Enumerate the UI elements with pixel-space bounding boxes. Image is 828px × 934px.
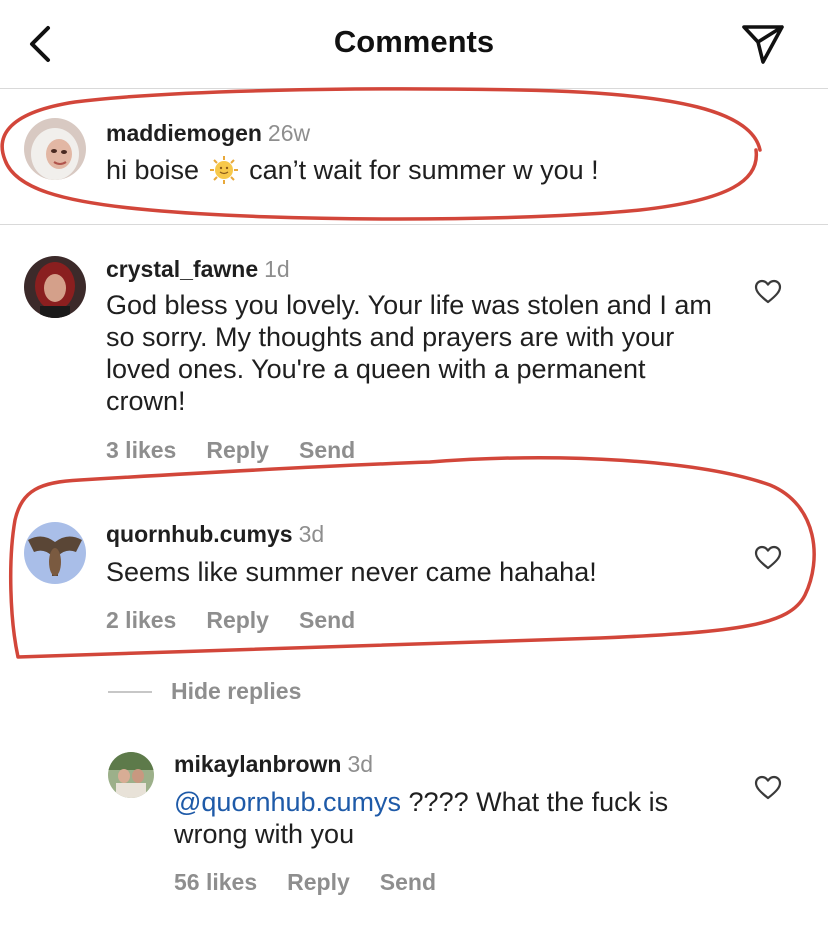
- comment-text: hi boise can’t wait for summer w you !: [106, 154, 746, 186]
- reply-button[interactable]: Reply: [206, 437, 269, 463]
- timestamp: 1d: [264, 256, 290, 282]
- comment-actions: 2 likes Reply Send: [106, 607, 385, 634]
- username[interactable]: crystal_fawne: [106, 256, 258, 282]
- reply-button[interactable]: Reply: [287, 869, 350, 895]
- avatar[interactable]: [24, 522, 86, 584]
- likes-count[interactable]: 3 likes: [106, 437, 176, 463]
- comment-text: Seems like summer never came hahaha!: [106, 557, 597, 587]
- like-button[interactable]: [754, 775, 782, 801]
- comment-actions: 3 likes Reply Send: [106, 437, 385, 464]
- divider-line: [108, 691, 152, 693]
- comment-text: God bless you lovely. Your life was stol…: [106, 290, 712, 416]
- username[interactable]: maddiemogen: [106, 120, 262, 146]
- heart-icon: [754, 279, 782, 304]
- paper-plane-icon: [742, 25, 784, 64]
- comment-text-part: hi boise: [106, 155, 200, 185]
- heart-icon: [754, 545, 782, 570]
- comment-header: maddiemogen 26w: [106, 120, 310, 147]
- username[interactable]: mikaylanbrown: [174, 751, 341, 777]
- avatar[interactable]: [24, 256, 86, 318]
- comment-text-part: can’t wait for summer w you !: [249, 155, 599, 185]
- likes-count[interactable]: 2 likes: [106, 607, 176, 633]
- sun-with-face-emoji: [209, 155, 239, 185]
- page-title: Comments: [333, 24, 495, 59]
- comments-header: Comments: [0, 0, 828, 88]
- like-button[interactable]: [754, 545, 782, 571]
- heart-icon: [754, 775, 782, 800]
- avatar[interactable]: [108, 752, 154, 798]
- timestamp: 3d: [298, 521, 325, 547]
- comment-actions: 56 likes Reply Send: [174, 869, 466, 896]
- send-button[interactable]: Send: [299, 607, 355, 633]
- share-button[interactable]: [738, 20, 788, 68]
- like-button[interactable]: [754, 279, 782, 305]
- header-divider: [0, 88, 828, 89]
- caption-divider: [0, 224, 828, 225]
- comment-header: quornhub.cumys 3d: [106, 521, 324, 548]
- likes-count[interactable]: 56 likes: [174, 869, 257, 895]
- mention-link[interactable]: @quornhub.cumys: [174, 787, 401, 817]
- hide-replies-label: Hide replies: [171, 678, 302, 704]
- reply-text: @quornhub.cumys ???? What the fuck is wr…: [174, 786, 714, 850]
- timestamp: 3d: [347, 751, 374, 777]
- send-button[interactable]: Send: [299, 437, 355, 463]
- comment-header: crystal_fawne 1d: [106, 256, 290, 283]
- send-button[interactable]: Send: [380, 869, 436, 895]
- reply-button[interactable]: Reply: [206, 607, 269, 633]
- username[interactable]: quornhub.cumys: [106, 521, 293, 547]
- avatar[interactable]: [24, 118, 86, 180]
- comment-header: mikaylanbrown 3d: [174, 751, 373, 778]
- timestamp: 26w: [267, 120, 311, 146]
